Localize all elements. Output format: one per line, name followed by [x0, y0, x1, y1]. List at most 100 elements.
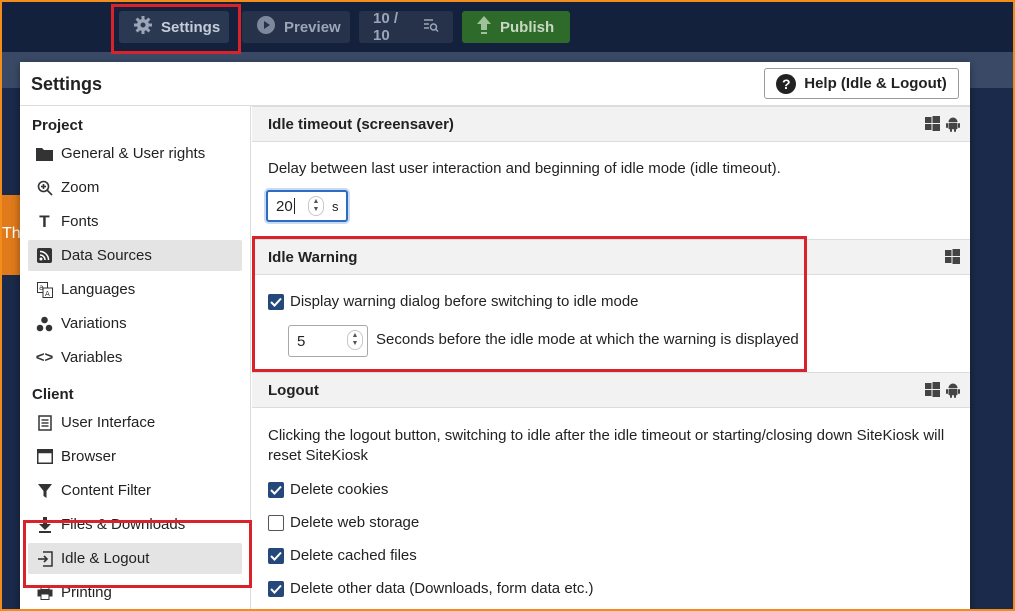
display-warning-checkbox[interactable]: [268, 294, 284, 310]
delete-other-data-checkbox[interactable]: [268, 581, 284, 597]
idle-timeout-input[interactable]: 20 ▲ ▼ s: [266, 190, 348, 222]
settings-button[interactable]: Settings: [119, 11, 229, 43]
check-icon: [270, 551, 282, 561]
zoom-icon: [36, 180, 53, 196]
section-title: Idle timeout (screensaver): [268, 115, 454, 133]
warning-seconds-label: Seconds before the idle mode at which th…: [376, 331, 799, 348]
warning-seconds-value: 5: [297, 332, 306, 350]
help-icon: ?: [776, 73, 797, 94]
sidebar-item-label: General & User rights: [61, 145, 206, 162]
sidebar-item-label: Variables: [61, 349, 123, 366]
windows-icon: [925, 382, 940, 402]
gear-icon: [133, 15, 153, 39]
pages-button[interactable]: 10 / 10: [359, 10, 453, 44]
delete-web-storage-checkbox[interactable]: [268, 515, 284, 531]
sidebar-item-label: Variations: [61, 315, 127, 332]
idle-timeout-stepper[interactable]: ▲ ▼: [308, 196, 324, 216]
help-button[interactable]: ? Help (Idle & Logout): [764, 68, 959, 99]
font-icon: T: [39, 211, 50, 231]
preview-label: Preview: [284, 18, 341, 36]
language-icon: aA: [36, 281, 53, 298]
platform-icons: [925, 116, 960, 136]
section-header-logout: Logout: [252, 372, 970, 408]
section-title: Logout: [268, 381, 319, 399]
svg-text:A: A: [45, 290, 50, 298]
sidebar-item-content-filter[interactable]: Content Filter: [28, 475, 242, 506]
filter-icon: [36, 483, 53, 499]
sidebar-item-label: Languages: [61, 281, 136, 298]
settings-content: Idle timeout (screensaver) Delay between…: [252, 106, 970, 609]
help-label: Help (Idle & Logout): [804, 75, 947, 92]
idle-timeout-value: 20: [276, 197, 293, 215]
sidebar-item-label: Printing: [61, 584, 112, 601]
idle-timeout-unit: s: [332, 198, 339, 214]
variations-icon: [36, 316, 53, 332]
sidebar-item-label: Zoom: [61, 179, 100, 196]
sidebar-item-general[interactable]: General & User rights: [28, 138, 242, 169]
app-window: Settings Preview 10 / 10 Publish Thi Set…: [2, 2, 1013, 609]
delete-other-data-label: Delete other data (Downloads, form data …: [290, 580, 594, 597]
delete-cached-files-checkbox[interactable]: [268, 548, 284, 564]
settings-dialog: Settings ? Help (Idle & Logout) Project …: [20, 62, 970, 609]
settings-label: Settings: [161, 18, 221, 36]
section-header-idle-timeout: Idle timeout (screensaver): [252, 106, 970, 142]
browser-icon: [36, 449, 53, 464]
sidebar-item-variables[interactable]: <> Variables: [28, 342, 242, 373]
dialog-title: Settings: [31, 74, 103, 94]
preview-button[interactable]: Preview: [242, 11, 350, 43]
top-toolbar: Settings Preview 10 / 10 Publish: [2, 2, 1013, 52]
check-icon: [270, 584, 282, 594]
sidebar-item-zoom[interactable]: Zoom: [28, 172, 242, 203]
android-icon: [946, 382, 960, 402]
play-icon: [256, 15, 276, 39]
sidebar-item-variations[interactable]: Variations: [28, 308, 242, 339]
section-header-idle-warning: Idle Warning: [252, 239, 970, 275]
warning-seconds-stepper[interactable]: ▲ ▼: [347, 330, 363, 350]
rss-icon: [36, 248, 53, 263]
sidebar-item-fonts[interactable]: T Fonts: [28, 206, 242, 237]
sidebar-item-files-downloads[interactable]: Files & Downloads: [28, 509, 242, 540]
platform-icons: [925, 382, 960, 402]
display-warning-label: Display warning dialog before switching …: [290, 293, 639, 310]
platform-icons: [945, 249, 960, 268]
android-icon: [946, 116, 960, 136]
printer-icon: [36, 585, 53, 600]
sidebar-item-label: User Interface: [61, 414, 156, 431]
settings-sidebar: Project General & User rights Zoom T Fon…: [20, 106, 251, 609]
logout-icon: [36, 550, 53, 567]
sidebar-item-user-interface[interactable]: User Interface: [28, 407, 242, 438]
sidebar-item-label: Data Sources: [61, 247, 152, 264]
sidebar-item-label: Browser: [61, 448, 117, 465]
delete-web-storage-label: Delete web storage: [290, 514, 420, 531]
document-icon: [36, 414, 53, 431]
sidebar-item-data-sources[interactable]: Data Sources: [28, 240, 242, 271]
sidebar-item-idle-logout[interactable]: Idle & Logout: [28, 543, 242, 574]
check-icon: [270, 485, 282, 495]
sidebar-item-browser[interactable]: Browser: [28, 441, 242, 472]
logout-description: Clicking the logout button, switching to…: [268, 427, 945, 464]
sidebar-item-label: Files & Downloads: [61, 516, 186, 533]
publish-label: Publish: [500, 18, 555, 36]
pages-label: 10 / 10: [373, 10, 399, 44]
warning-seconds-input[interactable]: 5 ▲ ▼: [288, 325, 368, 357]
windows-icon: [925, 116, 940, 136]
group-label-project: Project: [32, 117, 83, 134]
group-label-client: Client: [32, 386, 74, 403]
list-search-icon: [423, 17, 439, 37]
delete-cached-files-label: Delete cached files: [290, 547, 417, 564]
download-icon: [36, 516, 53, 533]
sidebar-item-label: Content Filter: [61, 482, 152, 499]
dialog-header: Settings ? Help (Idle & Logout): [20, 62, 970, 106]
sidebar-item-languages[interactable]: aA Languages: [28, 274, 242, 305]
publish-button[interactable]: Publish: [462, 11, 570, 43]
section-title: Idle Warning: [268, 248, 358, 266]
sidebar-item-printing[interactable]: Printing: [28, 577, 242, 608]
idle-timeout-description: Delay between last user interaction and …: [268, 160, 781, 177]
folder-icon: [36, 147, 53, 161]
code-icon: <>: [35, 349, 54, 366]
sidebar-item-label: Fonts: [61, 213, 99, 230]
delete-cookies-checkbox[interactable]: [268, 482, 284, 498]
check-icon: [270, 297, 282, 307]
upload-icon: [476, 15, 492, 39]
delete-cookies-label: Delete cookies: [290, 481, 389, 498]
